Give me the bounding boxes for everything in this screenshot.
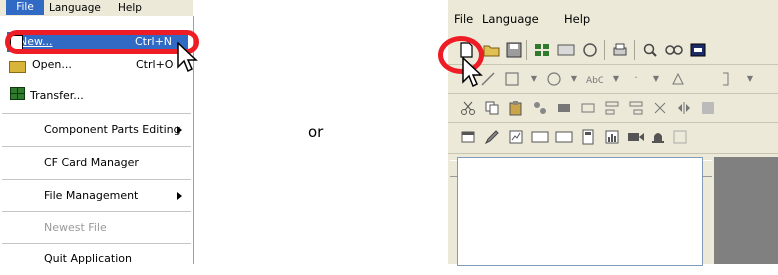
mouse-pointer-icon (177, 42, 198, 73)
print-icon[interactable] (610, 40, 630, 60)
toolbar-parts (448, 94, 778, 123)
character-display-icon[interactable] (554, 127, 574, 147)
menu-item-newest-file-label: Newest File (44, 221, 107, 234)
cut-icon[interactable] (458, 98, 478, 118)
rectangle-icon[interactable] (502, 69, 522, 89)
message-icon[interactable] (670, 127, 690, 147)
numeric-display-icon[interactable] (530, 127, 550, 147)
video-icon[interactable] (626, 127, 646, 147)
menu-bar: File Language Help (0, 0, 193, 16)
menu-item-file-management-label: File Management (44, 189, 139, 202)
dropdown-arrow-icon[interactable]: ▼ (606, 69, 626, 89)
rotate-icon[interactable] (650, 98, 670, 118)
edit-icon[interactable] (482, 127, 502, 147)
menu-item-quit-application-label: Quit Application (44, 252, 132, 265)
menu-file[interactable]: File (454, 12, 473, 26)
menu-item-transfer[interactable]: Transfer... (0, 82, 193, 112)
toolbar-draw: ▼ ▼ AbC ▼ · ▼ ▼ (448, 65, 778, 94)
menu-item-component-parts-editing-label: Component Parts Editing (44, 123, 181, 136)
menu-item-open-label: Open... (32, 58, 72, 71)
zoom-icon[interactable] (640, 40, 660, 60)
dropdown-arrow-icon[interactable]: ▼ (524, 69, 544, 89)
menu-item-file-management[interactable]: File Management (0, 182, 193, 212)
toolbar-screenshot: File Language Help ▼ ▼ AbC ▼ · ▼ ▼ (438, 0, 778, 266)
flip-icon[interactable] (674, 98, 694, 118)
highlight-ring (5, 30, 199, 54)
menu-item-quit-application[interactable]: Quit Application (0, 245, 193, 275)
toolbar-separator (526, 40, 527, 60)
alarm-icon[interactable] (648, 127, 668, 147)
dropdown-arrow-icon[interactable]: ▼ (564, 69, 584, 89)
menu-help[interactable]: Help (118, 2, 142, 14)
screen-editor-area[interactable] (457, 157, 703, 266)
menu-help[interactable]: Help (564, 12, 590, 26)
gray-background-area (714, 157, 778, 264)
mouse-pointer-icon (462, 57, 483, 88)
menu-language[interactable]: Language (482, 12, 539, 26)
menu-item-open-shortcut: Ctrl+O (136, 58, 174, 71)
window-icon[interactable] (458, 127, 478, 147)
group-icon[interactable] (530, 98, 550, 118)
dropdown-arrow-icon[interactable]: ▼ (646, 69, 666, 89)
toolbar-functions (448, 123, 778, 154)
menu-item-transfer-label: Transfer... (30, 89, 84, 102)
bracket-icon[interactable] (716, 69, 736, 89)
menu-separator (2, 211, 191, 212)
file-menu-screenshot: File Language Help New... Ctrl+N Open...… (0, 0, 199, 265)
bar-graph-icon[interactable] (602, 127, 622, 147)
menu-language[interactable]: Language (49, 2, 101, 14)
menu-item-component-parts-editing[interactable]: Component Parts Editing (0, 116, 193, 146)
simulation-icon[interactable] (556, 40, 576, 60)
bring-forward-icon[interactable] (554, 98, 574, 118)
submenu-arrow-icon (177, 192, 182, 200)
find-icon[interactable] (664, 40, 684, 60)
menu-file[interactable]: File (6, 0, 44, 15)
menu-item-cf-card-manager[interactable]: CF Card Manager (0, 149, 193, 179)
paint-icon[interactable] (668, 69, 688, 89)
pattern-icon[interactable] (698, 98, 718, 118)
dot-icon[interactable]: · (626, 69, 646, 89)
menu-separator (2, 179, 191, 180)
copy-icon[interactable] (482, 98, 502, 118)
send-back-icon[interactable] (578, 98, 598, 118)
menu-item-newest-file: Newest File (0, 214, 193, 244)
menu-separator (2, 146, 191, 147)
transfer-icon[interactable] (532, 40, 552, 60)
menu-separator (2, 113, 191, 114)
dropdown-arrow-icon[interactable]: ▼ (740, 69, 760, 89)
save-icon[interactable] (504, 40, 524, 60)
menu-separator (2, 243, 191, 244)
submenu-arrow-icon (177, 126, 182, 134)
menu-item-cf-card-manager-label: CF Card Manager (44, 156, 139, 169)
switch-off-icon[interactable] (688, 40, 708, 60)
paste-icon[interactable] (506, 98, 526, 118)
toolbar-file (448, 36, 778, 65)
menu-bar: File Language Help (448, 0, 778, 36)
toolbar-separator (634, 40, 635, 60)
svg-text:AbC: AbC (586, 76, 603, 86)
cf-card-icon[interactable] (580, 40, 600, 60)
graph-icon[interactable] (506, 127, 526, 147)
toolbar-separator (604, 40, 605, 60)
or-label: or (308, 123, 324, 141)
open-folder-icon[interactable] (482, 40, 502, 60)
align-icon[interactable] (602, 98, 622, 118)
text-icon[interactable]: AbC (584, 69, 604, 89)
open-folder-icon (9, 61, 26, 73)
circle-icon[interactable] (544, 69, 564, 89)
align-right-icon[interactable] (626, 98, 646, 118)
calculator-icon[interactable] (578, 127, 598, 147)
